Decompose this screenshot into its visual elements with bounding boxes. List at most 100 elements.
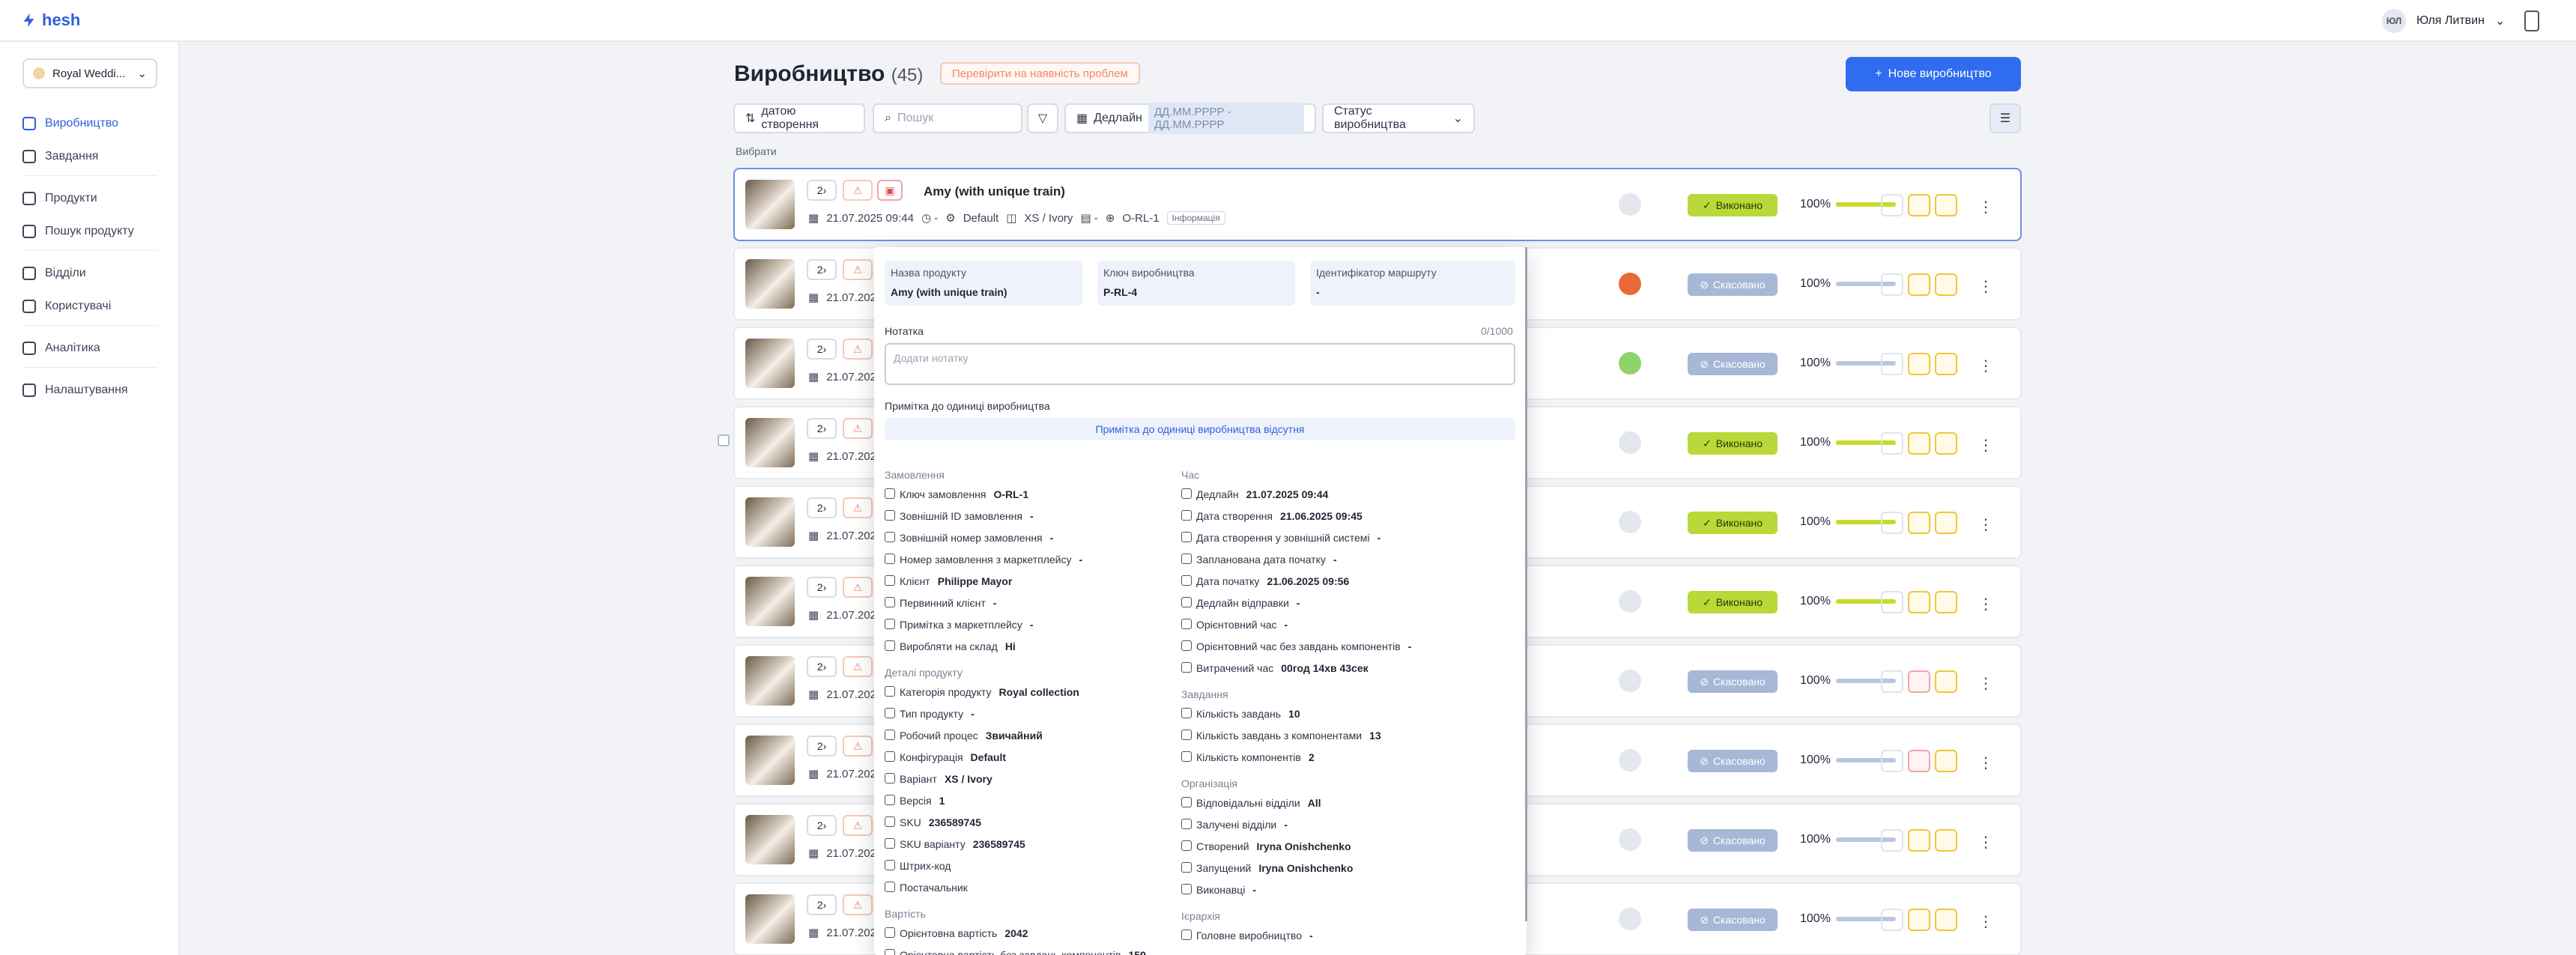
table-row[interactable]: 2 › ⚠ ▣ Amy (with unique train) ▦ 21.07.2025 0… [733, 168, 2022, 241]
more-icon[interactable]: ⋮ [1978, 595, 1993, 613]
more-icon[interactable]: ⋮ [1978, 515, 1993, 534]
trend-button[interactable] [1908, 194, 1930, 216]
workspace-select[interactable]: Royal Weddi... ⌄ [22, 58, 157, 88]
product-name[interactable]: Amy (with unique train) [924, 184, 1065, 199]
more-icon[interactable]: ⋮ [1978, 277, 1993, 296]
warning-badge[interactable]: ⚠ [843, 656, 873, 677]
quantity-badge[interactable]: 2 › [807, 180, 837, 201]
more-icon[interactable]: ⋮ [1978, 833, 1993, 852]
status-badge[interactable]: ⊘ Скасовано [1688, 670, 1778, 693]
quantity-badge[interactable]: 2 › [807, 339, 837, 360]
status-badge[interactable]: ✓ Виконано [1688, 512, 1778, 534]
print-button[interactable] [1881, 194, 1903, 216]
status-badge[interactable]: ✓ Виконано [1688, 194, 1778, 216]
sidebar-item-settings[interactable]: Налаштування [22, 383, 128, 397]
status-filter[interactable]: Статус виробництва ⌄ [1322, 103, 1475, 133]
trend-button[interactable] [1935, 432, 1957, 455]
trend-button[interactable] [1935, 194, 1957, 216]
warning-badge[interactable]: ⚠ [843, 736, 873, 757]
trend-button[interactable] [1908, 432, 1930, 455]
trend-button[interactable] [1908, 909, 1930, 931]
sort-button[interactable]: ⇅ датою створення [733, 103, 865, 133]
trend-button[interactable] [1935, 353, 1957, 375]
status-badge[interactable]: ✓ Виконано [1688, 591, 1778, 613]
more-icon[interactable]: ⋮ [1978, 912, 1993, 931]
status-badge[interactable]: ⊘ Скасовано [1688, 353, 1778, 375]
exclamation-button[interactable] [1908, 670, 1930, 693]
more-icon[interactable]: ⋮ [1978, 754, 1993, 772]
deadline-range-input[interactable]: ДД.ММ.РРРР - ДД.ММ.РРРР [1148, 103, 1304, 134]
warning-badge[interactable]: ⚠ [843, 815, 873, 836]
filter-button[interactable]: ▽ [1027, 103, 1058, 133]
quantity-badge[interactable]: 2 › [807, 736, 837, 757]
warning-badge[interactable]: ⚠ [843, 577, 873, 598]
print-button[interactable] [1881, 909, 1903, 931]
print-button[interactable] [1881, 512, 1903, 534]
sidebar-item-users[interactable]: Користувачі [22, 300, 111, 313]
sidebar-item-product-search[interactable]: Пошук продукту [22, 225, 134, 238]
print-button[interactable] [1881, 829, 1903, 852]
mobile-icon[interactable] [2524, 10, 2539, 31]
warning-badge[interactable]: ⚠ [843, 894, 873, 915]
print-button[interactable] [1881, 432, 1903, 455]
popover-scrollbar[interactable] [1525, 247, 1527, 921]
avatar[interactable] [1619, 193, 1641, 216]
warning-badge[interactable]: ⚠ [843, 259, 873, 280]
warning-badge[interactable]: ⚠ [843, 339, 873, 360]
quantity-badge[interactable]: 2 › [807, 815, 837, 836]
logo[interactable]: hesh [21, 10, 80, 30]
quantity-badge[interactable]: 2 › [807, 497, 837, 518]
trend-button[interactable] [1908, 353, 1930, 375]
avatar[interactable] [1619, 352, 1641, 375]
row-checkbox[interactable] [718, 434, 730, 446]
exclamation-button[interactable] [1908, 750, 1930, 772]
search-input[interactable]: ⌕ Пошук [873, 103, 1022, 133]
avatar[interactable] [1619, 511, 1641, 533]
info-chip[interactable]: Інформація [1166, 211, 1225, 225]
trend-button[interactable] [1908, 512, 1930, 534]
trend-button[interactable] [1935, 670, 1957, 693]
status-badge[interactable]: ⊘ Скасовано [1688, 273, 1778, 296]
avatar[interactable] [1619, 908, 1641, 930]
avatar[interactable] [1619, 670, 1641, 692]
quantity-badge[interactable]: 2 › [807, 418, 837, 439]
avatar[interactable] [1619, 828, 1641, 851]
status-badge[interactable]: ⊘ Скасовано [1688, 909, 1778, 931]
print-button[interactable] [1881, 750, 1903, 772]
note-textarea[interactable]: Додати нотатку [885, 343, 1515, 385]
status-badge[interactable]: ⊘ Скасовано [1688, 829, 1778, 852]
trend-button[interactable] [1935, 273, 1957, 296]
warning-badge[interactable]: ⚠ [843, 497, 873, 518]
avatar[interactable] [1619, 273, 1641, 295]
trend-button[interactable] [1935, 909, 1957, 931]
sidebar-item-departments[interactable]: Відділи [22, 267, 86, 280]
deadline-filter[interactable]: ▦ Дедлайн ДД.ММ.РРРР - ДД.ММ.РРРР [1064, 103, 1316, 134]
sidebar-item-production[interactable]: Виробництво [22, 117, 118, 130]
print-button[interactable] [1881, 353, 1903, 375]
avatar[interactable] [1619, 431, 1641, 454]
quantity-badge[interactable]: 2 › [807, 577, 837, 598]
trend-button[interactable] [1908, 273, 1930, 296]
warning-badge[interactable]: ⚠ [843, 418, 873, 439]
sidebar-item-analytics[interactable]: Аналітика [22, 342, 100, 355]
sidebar-item-tasks[interactable]: Завдання [22, 150, 98, 163]
sidebar-item-products[interactable]: Продукти [22, 192, 97, 205]
view-settings-button[interactable]: ☰ [1989, 103, 2021, 133]
more-icon[interactable]: ⋮ [1978, 674, 1993, 693]
check-problems-button[interactable]: Перевірити на наявність проблем [940, 62, 1140, 85]
print-button[interactable] [1881, 670, 1903, 693]
new-production-button[interactable]: + Нове виробництво [1846, 57, 2021, 91]
quantity-badge[interactable]: 2 › [807, 656, 837, 677]
trend-button[interactable] [1908, 829, 1930, 852]
alert-badge[interactable]: ▣ [877, 180, 903, 201]
more-icon[interactable]: ⋮ [1978, 198, 1993, 216]
avatar[interactable] [1619, 749, 1641, 771]
trend-button[interactable] [1908, 591, 1930, 613]
trend-button[interactable] [1935, 591, 1957, 613]
more-icon[interactable]: ⋮ [1978, 436, 1993, 455]
trend-button[interactable] [1935, 750, 1957, 772]
user-menu[interactable]: ЮЛ Юля Литвин ⌄ [2382, 9, 2505, 33]
print-button[interactable] [1881, 591, 1903, 613]
status-badge[interactable]: ✓ Виконано [1688, 432, 1778, 455]
status-badge[interactable]: ⊘ Скасовано [1688, 750, 1778, 772]
